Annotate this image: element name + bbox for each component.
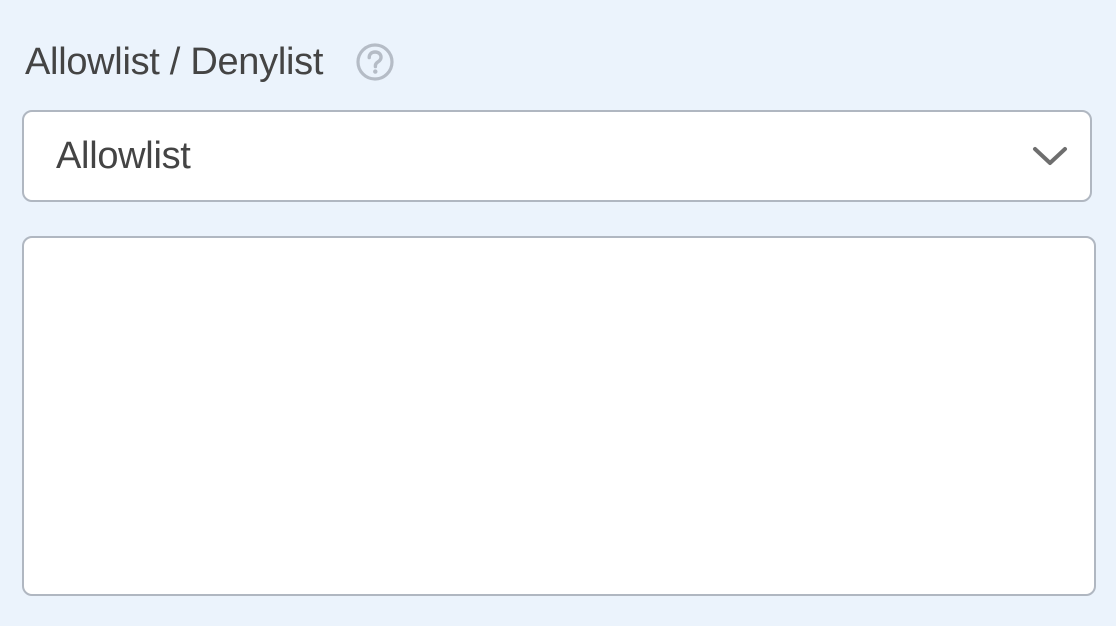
question-circle-icon xyxy=(356,43,394,81)
field-label-row: Allowlist / Denylist xyxy=(25,38,395,86)
allowlist-denylist-select[interactable]: Allowlist xyxy=(22,110,1092,202)
select-value: Allowlist xyxy=(56,134,191,177)
list-entries-textarea[interactable] xyxy=(22,236,1096,596)
chevron-down-icon xyxy=(1032,144,1068,168)
help-icon[interactable] xyxy=(355,42,395,82)
field-label: Allowlist / Denylist xyxy=(25,41,324,83)
